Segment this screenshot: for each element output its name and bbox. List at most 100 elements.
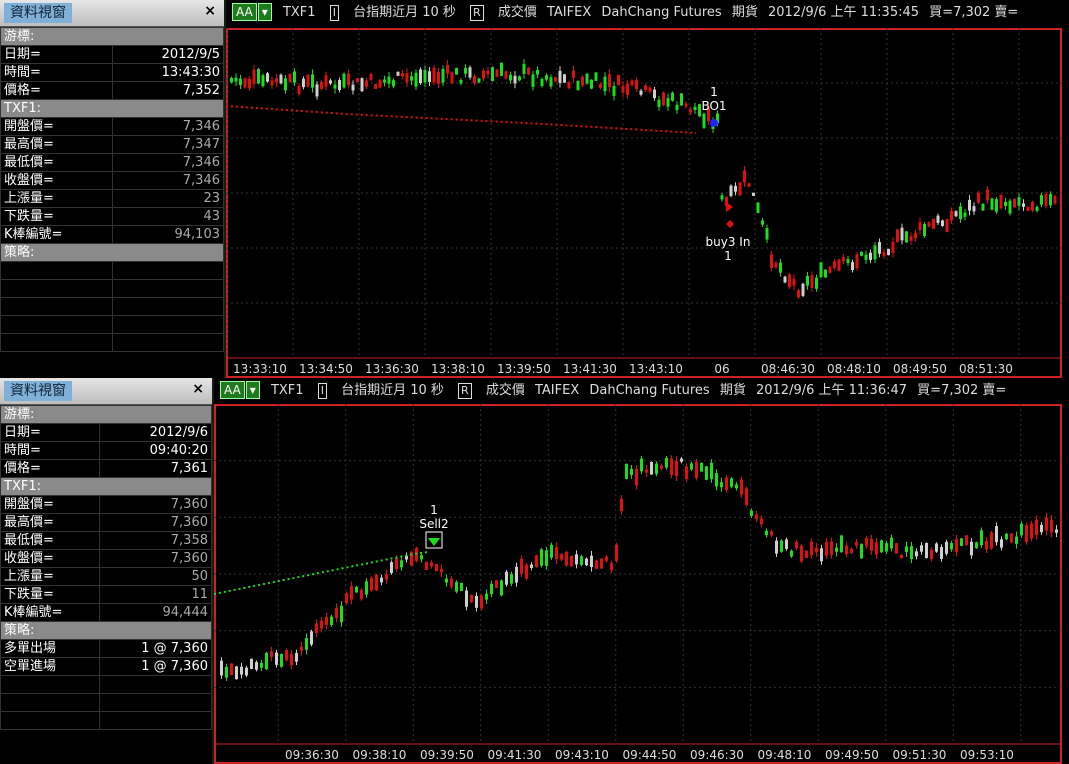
candle bbox=[700, 462, 703, 472]
candle bbox=[975, 542, 978, 549]
price-chart-top[interactable]: 13:33:10 13:34:50 13:36:30 13:38:10 13:39:50… bbox=[226, 28, 1062, 378]
candle bbox=[864, 254, 868, 260]
candle bbox=[1005, 533, 1008, 540]
candle bbox=[375, 574, 378, 591]
kind-label: 期貨 bbox=[719, 383, 746, 398]
time-tick-label: 08:48:10 bbox=[827, 362, 881, 376]
row-label: 下跌量= bbox=[0, 585, 101, 604]
price-chart-bottom[interactable]: 09:36:30 09:38:10 09:39:50 09:41:30 09:43:10… bbox=[214, 404, 1062, 764]
data-row: 時間= 09:40:20 bbox=[0, 441, 212, 460]
candle bbox=[284, 78, 287, 91]
chart-toolbar: AA ▾ TXF1 I 台指期近月 10 秒 R 成交價 TAIFEX DahCh… bbox=[232, 0, 1062, 26]
candle bbox=[815, 547, 818, 553]
candle bbox=[720, 195, 724, 200]
empty-cell bbox=[99, 693, 212, 712]
candle bbox=[486, 70, 490, 75]
candle bbox=[380, 577, 383, 583]
candle bbox=[845, 545, 848, 555]
candle bbox=[1022, 203, 1025, 207]
candle bbox=[621, 85, 625, 93]
candle bbox=[290, 653, 293, 666]
candle bbox=[570, 555, 573, 567]
data-row: K棒編號= 94,444 bbox=[0, 603, 212, 622]
candle bbox=[360, 589, 363, 599]
candle bbox=[689, 109, 692, 113]
candle bbox=[887, 248, 890, 256]
candle bbox=[432, 67, 436, 83]
candle bbox=[1000, 539, 1003, 548]
candle bbox=[795, 541, 798, 549]
candle bbox=[279, 74, 283, 84]
candle bbox=[450, 578, 453, 587]
time-tick-label: 09:51:30 bbox=[893, 748, 947, 762]
data-window-title-bar[interactable]: 資料視窗 × bbox=[0, 378, 212, 405]
candle bbox=[243, 78, 247, 88]
row-label: 開盤價= bbox=[0, 495, 101, 514]
candle bbox=[605, 556, 608, 561]
row-value: 7,346 bbox=[111, 153, 225, 172]
candle bbox=[491, 67, 494, 81]
candle bbox=[715, 473, 718, 487]
candle bbox=[255, 662, 258, 670]
candle bbox=[963, 212, 967, 217]
candle bbox=[220, 660, 223, 676]
price-type-button[interactable]: R bbox=[458, 383, 472, 399]
candle bbox=[435, 563, 438, 572]
data-window-title-bar[interactable]: 資料視窗 × bbox=[0, 0, 224, 27]
price-type-label: 成交價 bbox=[485, 383, 525, 398]
candle bbox=[925, 542, 928, 559]
candle bbox=[315, 84, 319, 97]
candle bbox=[720, 482, 723, 488]
row-value: 7,346 bbox=[111, 117, 225, 136]
interval-button[interactable]: I bbox=[317, 383, 327, 399]
row-label: 多單出場 bbox=[0, 639, 101, 658]
close-icon[interactable]: × bbox=[192, 381, 204, 397]
row-label: 日期= bbox=[0, 45, 113, 64]
candle bbox=[455, 67, 458, 75]
candle bbox=[468, 67, 472, 78]
aa-button[interactable]: AA bbox=[220, 381, 245, 399]
candle bbox=[509, 74, 512, 81]
candle bbox=[905, 231, 908, 243]
close-icon[interactable]: × bbox=[204, 3, 216, 19]
candle bbox=[356, 78, 359, 83]
candle bbox=[965, 535, 968, 546]
candle bbox=[855, 254, 859, 269]
chevron-down-icon[interactable]: ▾ bbox=[245, 381, 260, 399]
candle bbox=[392, 80, 395, 87]
candle bbox=[554, 77, 557, 82]
candle bbox=[234, 77, 238, 82]
candle bbox=[801, 283, 805, 296]
candle bbox=[275, 652, 278, 665]
data-row: 最低價= 7,346 bbox=[0, 153, 225, 172]
candle bbox=[779, 262, 782, 273]
aa-button[interactable]: AA bbox=[232, 3, 257, 21]
candle bbox=[725, 477, 728, 491]
candle bbox=[460, 582, 463, 591]
empty-cell bbox=[0, 297, 113, 316]
sell-count-label: 1 bbox=[430, 503, 438, 517]
candle bbox=[260, 662, 263, 668]
candle bbox=[955, 539, 958, 553]
chevron-down-icon[interactable]: ▾ bbox=[257, 3, 272, 21]
candle bbox=[495, 580, 498, 588]
row-value: 23 bbox=[111, 189, 225, 208]
interval-button[interactable]: I bbox=[329, 5, 339, 21]
candle bbox=[470, 595, 473, 603]
candle bbox=[280, 654, 283, 667]
empty-cell bbox=[99, 711, 212, 730]
candle bbox=[806, 275, 809, 286]
period-label: 台指期近月 10 秒 bbox=[353, 5, 456, 20]
candle bbox=[405, 72, 409, 83]
data-row: 開盤價= 7,346 bbox=[0, 117, 225, 136]
candle bbox=[401, 73, 404, 77]
candle bbox=[329, 80, 332, 84]
candle bbox=[729, 185, 733, 197]
candle bbox=[239, 78, 242, 86]
candle bbox=[730, 478, 733, 487]
candle bbox=[639, 90, 643, 95]
candle bbox=[810, 275, 814, 288]
price-type-button[interactable]: R bbox=[470, 5, 484, 21]
candle bbox=[1035, 206, 1039, 211]
candle bbox=[923, 224, 926, 237]
